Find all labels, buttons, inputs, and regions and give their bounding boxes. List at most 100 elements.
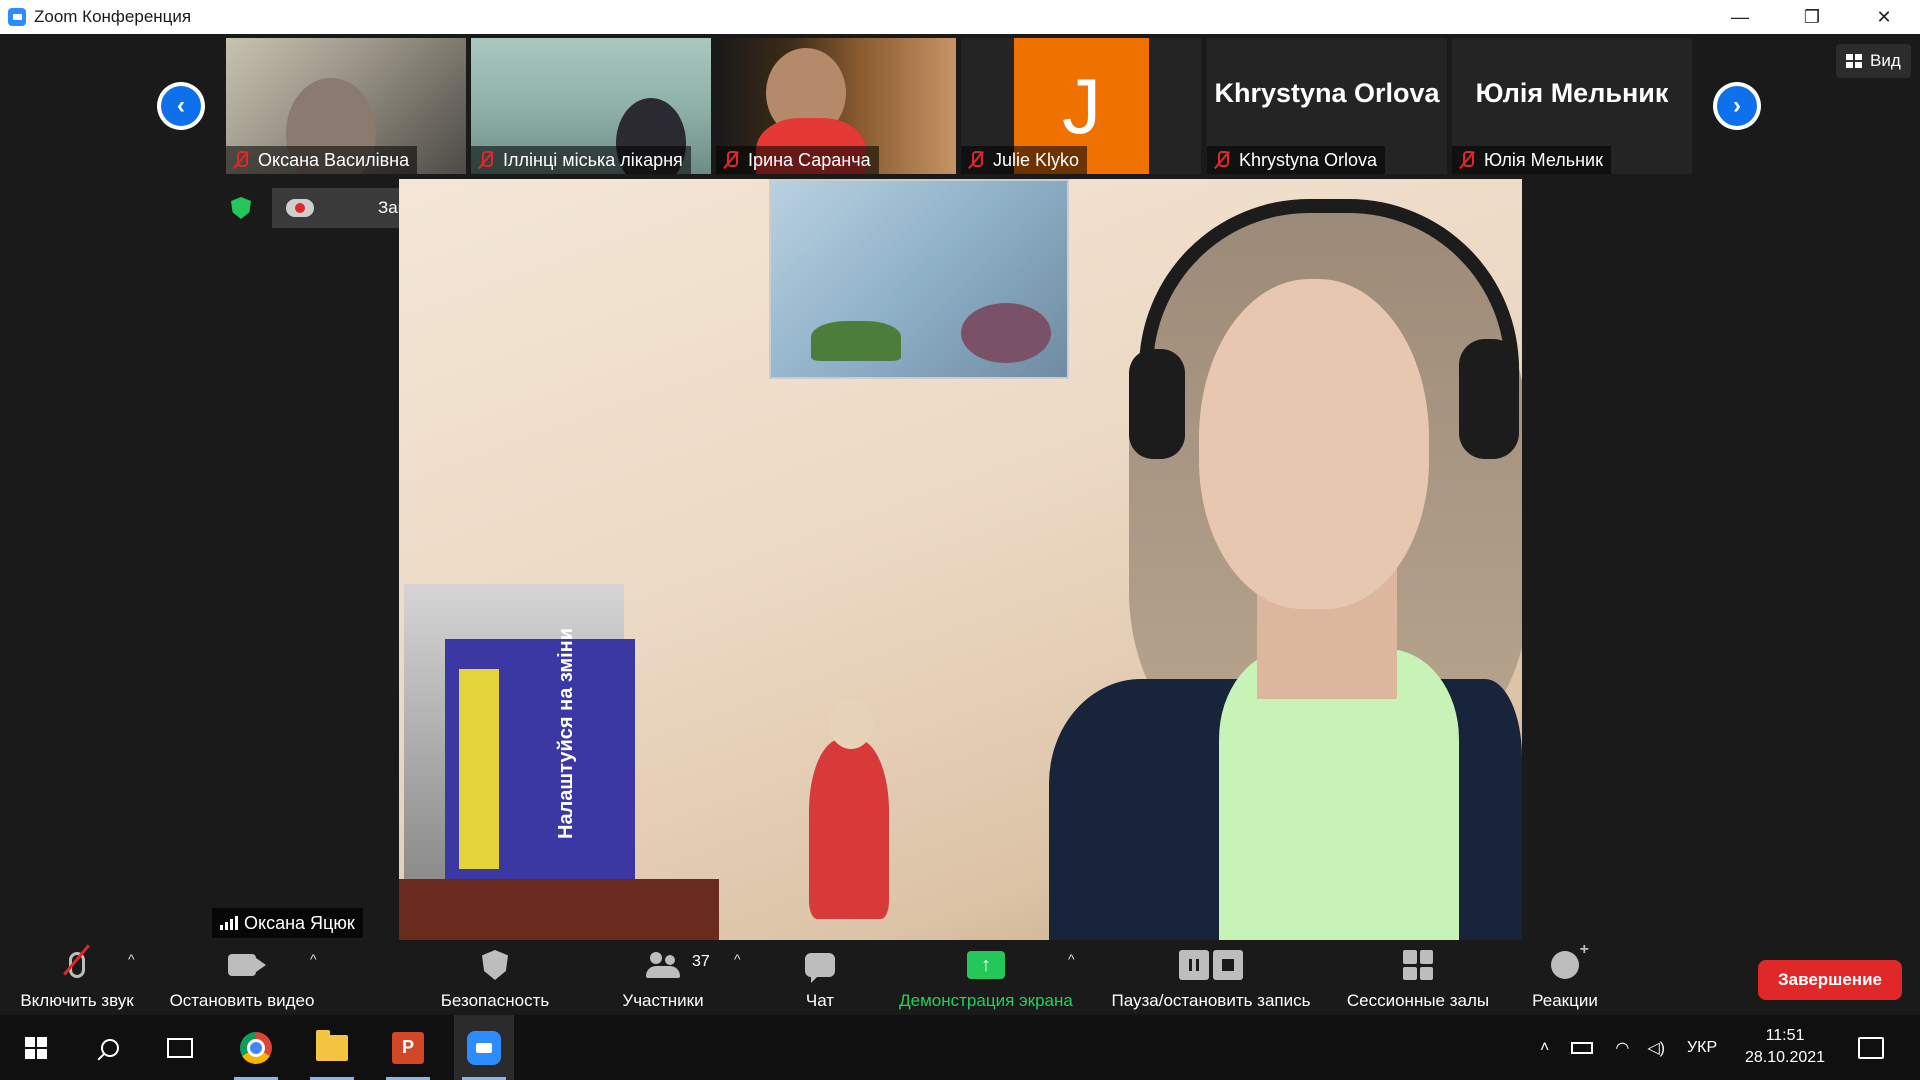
meeting-toolbar: Включить звук ^ Остановить видео ^ Безоп… <box>0 941 1920 1015</box>
windows-taskbar: P ˄ ◠ ◁) УКР 11:51 28.10.2021 <box>0 1015 1920 1080</box>
recording-controls-icon <box>1179 945 1243 985</box>
participants-options-caret-icon[interactable]: ^ <box>734 951 741 967</box>
chevron-left-icon: ‹ <box>161 86 201 126</box>
participant-name-tag: Julie Klyko <box>961 146 1088 174</box>
active-speaker-name: Оксана Яцюк <box>244 912 355 933</box>
start-button[interactable] <box>14 1015 58 1080</box>
participant-thumbnail[interactable]: J Julie Klyko <box>961 38 1201 174</box>
search-icon <box>101 1038 119 1057</box>
participant-name-tag: Ірина Саранча <box>716 146 879 174</box>
share-screen-button[interactable]: ↑ Демонстрация экрана <box>890 941 1082 1015</box>
unmute-label: Включить звук <box>20 991 134 1010</box>
minimize-button[interactable]: — <box>1704 0 1776 34</box>
task-view-button[interactable] <box>158 1015 202 1080</box>
participant-name: Іллінці міська лікарня <box>503 149 683 170</box>
breakout-rooms-button[interactable]: Сессионные залы <box>1340 941 1496 1015</box>
camera-icon <box>228 945 266 985</box>
participant-thumbnail[interactable]: Ірина Саранча <box>716 38 956 174</box>
participant-name-tag: Юлія Мельник <box>1452 146 1611 174</box>
clock-date: 28.10.2021 <box>1744 1049 1826 1066</box>
view-button[interactable]: Вид <box>1836 44 1911 78</box>
chat-button[interactable]: Чат <box>780 941 860 1015</box>
participant-display-name: Khrystyna Orlova <box>1214 78 1440 108</box>
share-options-caret-icon[interactable]: ^ <box>1068 951 1075 967</box>
restore-button[interactable]: ❐ <box>1776 0 1848 34</box>
encryption-badge[interactable] <box>226 188 256 228</box>
smiley-icon <box>1551 941 1589 985</box>
mic-muted-icon <box>477 150 495 170</box>
notifications-icon[interactable] <box>1858 1037 1884 1059</box>
wifi-icon[interactable]: ◠ <box>1615 1038 1629 1058</box>
share-screen-label: Демонстрация экрана <box>899 991 1073 1010</box>
unmute-button[interactable]: Включить звук <box>12 941 142 1015</box>
mic-muted-icon <box>722 150 740 170</box>
picture-detail <box>811 321 901 361</box>
chrome-icon <box>240 1031 272 1064</box>
shield-check-icon <box>231 197 251 219</box>
participant-display-name: Юлія Мельник <box>1475 78 1669 108</box>
folder-icon <box>316 1029 348 1061</box>
participant-thumbnail[interactable]: Оксана Василівна <box>226 38 466 174</box>
view-button-label: Вид <box>1870 51 1901 70</box>
mic-muted-icon <box>1213 150 1231 170</box>
participant-name-tag: Оксана Василівна <box>226 146 418 174</box>
end-meeting-button[interactable]: Завершение <box>1758 960 1902 1000</box>
reactions-button[interactable]: Реакции <box>1520 941 1610 1015</box>
battery-icon[interactable] <box>1571 1041 1594 1054</box>
active-speaker-video[interactable]: Налаштуйся на зміни <box>399 179 1522 940</box>
share-screen-icon: ↑ <box>967 945 1005 985</box>
participants-button[interactable]: 37 Участники <box>608 941 718 1015</box>
signal-bars-icon <box>220 916 238 930</box>
search-button[interactable] <box>88 1015 132 1080</box>
participant-thumbnail[interactable]: Іллінці міська лікарня <box>471 38 711 174</box>
participant-name: Khrystyna Orlova <box>1239 149 1378 170</box>
window-controls: — ❐ ✕ <box>1704 0 1920 34</box>
mic-muted-icon <box>967 150 985 170</box>
wall-picture <box>769 179 1069 379</box>
stop-video-button[interactable]: Остановить видео <box>162 941 322 1015</box>
taskbar-chrome[interactable] <box>226 1015 286 1080</box>
headphones-left <box>1129 349 1185 459</box>
participant-name-tag: Іллінці міська лікарня <box>471 146 691 174</box>
volume-icon[interactable]: ◁) <box>1647 1038 1665 1058</box>
active-speaker-name-tag: Оксана Яцюк <box>212 908 363 938</box>
prev-page-button[interactable]: ‹ <box>157 82 205 130</box>
taskbar-file-explorer[interactable] <box>302 1015 362 1080</box>
reactions-label: Реакции <box>1532 991 1598 1010</box>
audio-options-caret-icon[interactable]: ^ <box>128 951 135 967</box>
book-cover-stripe <box>459 669 499 869</box>
next-page-button[interactable]: › <box>1713 82 1761 130</box>
zoom-icon <box>467 1030 501 1065</box>
participant-thumbnail[interactable]: Khrystyna Orlova Khrystyna Orlova <box>1207 38 1447 174</box>
video-options-caret-icon[interactable]: ^ <box>310 951 317 967</box>
taskbar-zoom[interactable] <box>454 1015 514 1080</box>
participant-thumbnail[interactable]: Юлія Мельник Юлія Мельник <box>1452 38 1692 174</box>
taskbar-clock[interactable]: 11:51 28.10.2021 <box>1740 1025 1830 1069</box>
system-tray: ˄ ◠ ◁) УКР <box>1540 1015 1717 1080</box>
doll-head <box>829 699 873 749</box>
language-indicator[interactable]: УКР <box>1687 1039 1717 1057</box>
close-button[interactable]: ✕ <box>1848 0 1920 34</box>
task-view-icon <box>167 1037 193 1058</box>
book-cover: Налаштуйся на зміни <box>445 628 635 889</box>
pause-stop-recording-button[interactable]: Пауза/остановить запись <box>1102 941 1320 1015</box>
participants-icon: 37 <box>646 945 710 985</box>
chevron-up-icon[interactable]: ˄ <box>1540 1039 1549 1057</box>
grid-view-icon <box>1846 54 1862 68</box>
mic-muted-icon <box>232 150 250 170</box>
chevron-right-icon: › <box>1717 86 1757 126</box>
participant-name: Юлія Мельник <box>1484 149 1603 170</box>
powerpoint-icon: P <box>392 1031 424 1064</box>
meeting-stage: ‹ Оксана Василівна Іллінці міська лікарн… <box>0 34 1920 941</box>
participant-name: Julie Klyko <box>993 149 1080 170</box>
window-title: Zoom Конференция <box>34 7 192 26</box>
zoom-app-icon <box>8 8 26 26</box>
security-button[interactable]: Безопасность <box>430 941 560 1015</box>
breakout-rooms-label: Сессионные залы <box>1346 991 1490 1010</box>
doll <box>809 739 889 919</box>
chat-label: Чат <box>805 991 835 1010</box>
window-titlebar: Zoom Конференция — ❐ ✕ <box>0 0 1920 34</box>
participants-count: 37 <box>692 953 710 970</box>
taskbar-powerpoint[interactable]: P <box>378 1015 438 1080</box>
cloud-record-icon <box>286 199 314 217</box>
